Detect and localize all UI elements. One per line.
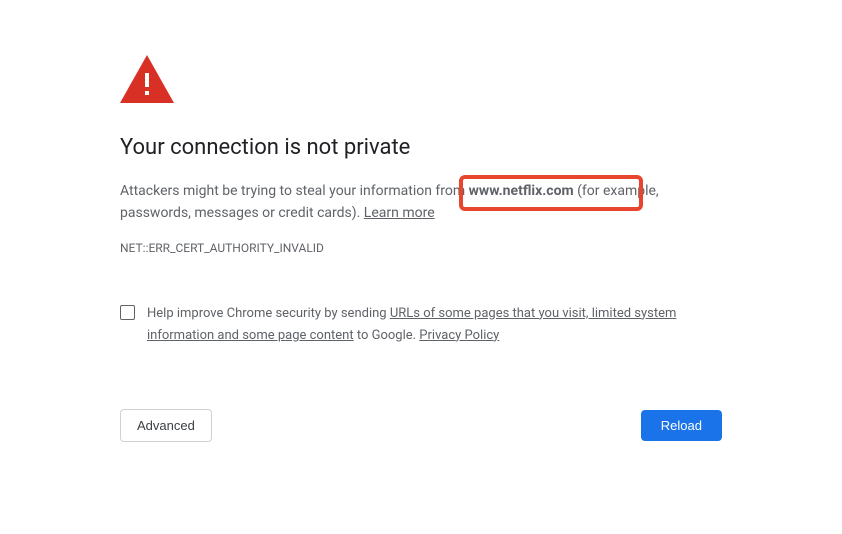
opt-in-prefix: Help improve Chrome security by sending — [147, 306, 390, 321]
opt-in-text: Help improve Chrome security by sending … — [147, 303, 722, 347]
opt-in-middle: to Google. — [354, 328, 420, 343]
error-code: NET::ERR_CERT_AUTHORITY_INVALID — [120, 241, 722, 255]
reload-button[interactable]: Reload — [641, 410, 722, 441]
opt-in-checkbox[interactable] — [120, 305, 135, 320]
description-prefix: Attackers might be trying to steal your … — [120, 183, 469, 199]
learn-more-link[interactable]: Learn more — [364, 205, 435, 221]
domain-name: www.netflix.com — [469, 183, 574, 199]
privacy-policy-link[interactable]: Privacy Policy — [419, 328, 499, 343]
advanced-button[interactable]: Advanced — [120, 409, 212, 442]
opt-in-row: Help improve Chrome security by sending … — [120, 303, 722, 347]
ssl-error-page: Your connection is not private Attackers… — [0, 0, 842, 442]
warning-triangle-icon — [120, 55, 722, 107]
warning-description: Attackers might be trying to steal your … — [120, 180, 722, 225]
button-row: Advanced Reload — [120, 409, 722, 442]
page-heading: Your connection is not private — [120, 135, 722, 160]
